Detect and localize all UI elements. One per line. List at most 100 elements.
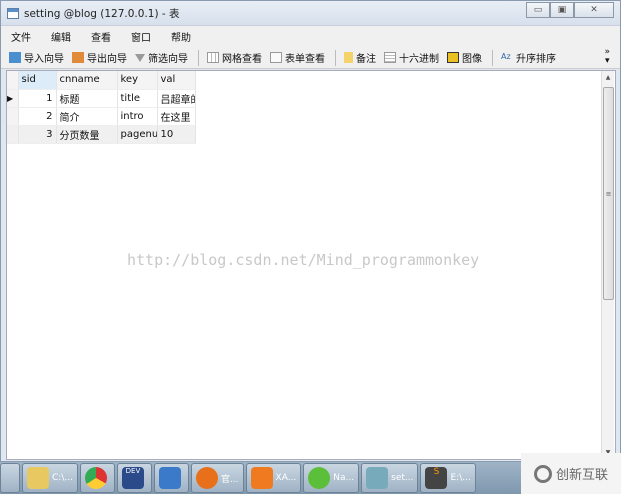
close-button[interactable]: ✕	[574, 2, 614, 18]
task-label: set...	[391, 473, 414, 483]
hex-label: 十六进制	[399, 54, 439, 65]
taskbar-xampp[interactable]: XA...	[245, 463, 302, 493]
menu-view[interactable]: 查看	[91, 29, 111, 44]
form-view-button[interactable]: 表单查看	[270, 50, 325, 65]
table: sid cnname key val ▶ 1 标题 title 吕超章的 2 简…	[7, 71, 196, 144]
form-view-label: 表单查看	[285, 54, 325, 65]
filter-icon	[135, 53, 145, 62]
header-row: sid cnname key val	[7, 71, 196, 90]
import-icon	[9, 52, 21, 63]
taskbar-explorer[interactable]: C:\...	[22, 463, 78, 493]
task-label: XA...	[275, 473, 297, 483]
chrome-icon	[84, 467, 107, 489]
table-row[interactable]: 3 分页数量 pagenu 10	[7, 125, 196, 144]
grid-icon	[207, 52, 219, 63]
filter-label: 筛选向导	[148, 54, 188, 65]
cell-key[interactable]: intro	[117, 107, 158, 126]
current-row-indicator-icon: ▶	[7, 89, 19, 108]
menu-window[interactable]: 窗口	[131, 29, 151, 44]
cell-cnname[interactable]: 简介	[56, 107, 118, 126]
image-label: 图像	[462, 54, 482, 65]
memo-button[interactable]: 备注	[344, 50, 376, 65]
logo-icon	[533, 464, 552, 483]
scroll-up-icon[interactable]: ▲	[602, 74, 614, 81]
task-label: E:\...	[450, 473, 471, 483]
grid-view-label: 网格查看	[222, 54, 262, 65]
brand-text: 创新互联	[555, 468, 608, 483]
taskbar-start[interactable]	[0, 463, 20, 493]
table-row[interactable]: 2 简介 intro 在这里	[7, 107, 196, 126]
menu-help[interactable]: 帮助	[171, 29, 191, 44]
cell-sid[interactable]: 1	[18, 89, 57, 108]
maximize-button[interactable]: ▣	[550, 2, 574, 18]
overflow-label: »	[604, 47, 610, 57]
memo-icon	[344, 52, 353, 63]
filter-wizard-button[interactable]: 筛选向导	[135, 50, 188, 65]
row-indicator	[7, 107, 19, 126]
window-title: setting @blog (127.0.0.1) - 表	[24, 7, 180, 20]
cell-val[interactable]: 10	[157, 125, 196, 144]
data-grid: sid cnname key val ▶ 1 标题 title 吕超章的 2 简…	[6, 70, 616, 460]
title-bar: setting @blog (127.0.0.1) - 表 ▭ ▣ ✕	[1, 1, 620, 25]
grid-view-button[interactable]: 网格查看	[207, 50, 262, 65]
taskbar-firefox[interactable]: 官...	[190, 463, 244, 493]
task-label: C:\...	[52, 473, 73, 483]
menu-edit[interactable]: 编辑	[51, 29, 71, 44]
task-label: Na...	[333, 473, 355, 483]
xampp-icon	[250, 467, 273, 489]
taskbar-dev[interactable]: DEV	[116, 463, 152, 493]
import-wizard-button[interactable]: 导入向导	[9, 50, 64, 65]
table-icon	[366, 467, 389, 489]
sublime-icon: S	[425, 467, 448, 489]
row-indicator	[7, 125, 19, 144]
toolbar-overflow-button[interactable]: » ▾	[604, 48, 610, 66]
column-header-sid[interactable]: sid	[18, 71, 57, 90]
image-icon	[447, 52, 459, 63]
column-header-key[interactable]: key	[117, 71, 158, 90]
taskbar-sublime[interactable]: S E:\...	[420, 463, 476, 493]
cell-sid[interactable]: 2	[18, 107, 57, 126]
image-button[interactable]: 图像	[447, 50, 482, 65]
cell-val[interactable]: 在这里	[157, 107, 196, 126]
taskbar-chrome[interactable]	[79, 463, 115, 493]
firefox-icon	[195, 467, 218, 489]
task-label: 官...	[220, 474, 239, 485]
cell-cnname[interactable]: 标题	[56, 89, 118, 108]
menu-file[interactable]: 文件	[11, 29, 31, 44]
hex-button[interactable]: 十六进制	[384, 50, 439, 65]
separator	[198, 49, 199, 66]
export-wizard-button[interactable]: 导出向导	[72, 50, 127, 65]
column-header-cnname[interactable]: cnname	[56, 71, 118, 90]
cell-val[interactable]: 吕超章的	[157, 89, 196, 108]
cell-sid[interactable]: 3	[18, 125, 57, 144]
separator	[492, 49, 493, 66]
vertical-scrollbar[interactable]: ▲ ≡ ▼	[601, 71, 614, 459]
row-indicator-header	[7, 71, 19, 90]
taskbar-video[interactable]	[153, 463, 189, 493]
taskbar-setting[interactable]: set...	[361, 463, 419, 493]
memo-label: 备注	[356, 54, 376, 65]
cell-cnname[interactable]: 分页数量	[56, 125, 118, 144]
menu-bar: 文件 编辑 查看 窗口 帮助	[1, 25, 620, 47]
watermark: http://blog.csdn.net/Mind_programmonkey	[127, 251, 480, 269]
minimize-button[interactable]: ▭	[526, 2, 550, 18]
hex-icon	[384, 52, 396, 63]
cell-key[interactable]: title	[117, 89, 158, 108]
folder-icon	[27, 467, 49, 489]
table-row[interactable]: ▶ 1 标题 title 吕超章的	[7, 89, 196, 108]
app-window: setting @blog (127.0.0.1) - 表 ▭ ▣ ✕ 文件 编…	[0, 0, 621, 462]
sort-ascending-button[interactable]: Az 升序排序	[501, 50, 556, 65]
column-header-val[interactable]: val	[157, 71, 196, 90]
scroll-thumb[interactable]: ≡	[603, 87, 614, 300]
export-icon	[72, 52, 84, 63]
cell-key[interactable]: pagenu	[117, 125, 158, 144]
table-icon	[7, 7, 19, 19]
sort-label: 升序排序	[516, 54, 556, 65]
brand-logo: 创新互联	[521, 453, 621, 494]
navicat-icon	[308, 467, 331, 489]
form-icon	[270, 52, 282, 63]
import-label: 导入向导	[24, 54, 64, 65]
export-label: 导出向导	[87, 54, 127, 65]
taskbar-navicat[interactable]: Na...	[303, 463, 360, 493]
sort-az-icon: Az	[501, 52, 511, 61]
